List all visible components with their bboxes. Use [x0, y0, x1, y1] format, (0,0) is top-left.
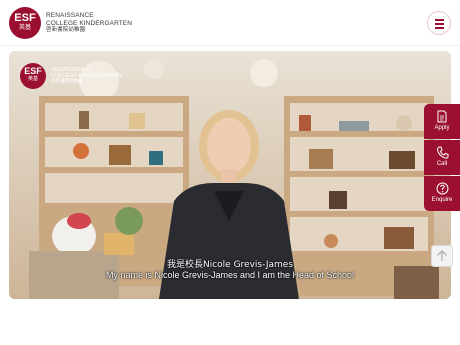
call-label: Call — [436, 161, 448, 167]
logo-mark-cn: 英基 — [18, 24, 31, 31]
video-school-name-cn: 啓新書院幼稚園 — [51, 79, 83, 84]
enquire-button[interactable]: Enquire — [424, 176, 460, 211]
esf-logo[interactable]: ESF 英基 — [9, 7, 41, 39]
document-icon — [437, 110, 447, 123]
logo-mark: ESF — [14, 12, 36, 24]
menu-icon — [435, 23, 444, 25]
side-actions: Apply Call Enquire — [424, 104, 460, 212]
video-logo: ESF 英基 — [20, 63, 46, 89]
school-name-line1: RENAISSANCE — [46, 12, 94, 19]
back-to-top-button[interactable] — [431, 245, 453, 267]
intro-video[interactable]: ESF 英基 RENAISSANCE COLLEGE KINDERGARTEN … — [9, 51, 451, 299]
apply-label: Apply — [434, 125, 450, 131]
question-icon — [436, 182, 448, 195]
school-name-cn: 啓新書院幼稚園 — [46, 27, 86, 33]
arrow-up-icon — [437, 250, 447, 261]
menu-icon — [435, 19, 444, 21]
menu-icon — [435, 27, 444, 29]
school-name-line2: COLLEGE KINDERGARTEN — [46, 19, 133, 27]
video-logo-mark-cn: 英基 — [27, 76, 38, 82]
apply-button[interactable]: Apply — [424, 104, 460, 139]
video-logo-mark: ESF — [24, 66, 42, 76]
video-school-name: RENAISSANCE COLLEGE KINDERGARTEN 啓新書院幼稚園 — [51, 67, 122, 85]
call-button[interactable]: Call — [424, 140, 460, 175]
caption-chinese: 我是校長Nicole Grevis-James — [166, 260, 294, 270]
school-name[interactable]: RENAISSANCE COLLEGE KINDERGARTEN 啓新書院幼稚園 — [46, 12, 132, 35]
site-header: ESF 英基 RENAISSANCE COLLEGE KINDERGARTEN … — [0, 0, 460, 46]
caption-english: My name is Nicole Grevis-James and I am … — [105, 270, 355, 280]
menu-button[interactable] — [427, 11, 451, 35]
enquire-label: Enquire — [431, 197, 453, 203]
phone-icon — [436, 146, 448, 159]
